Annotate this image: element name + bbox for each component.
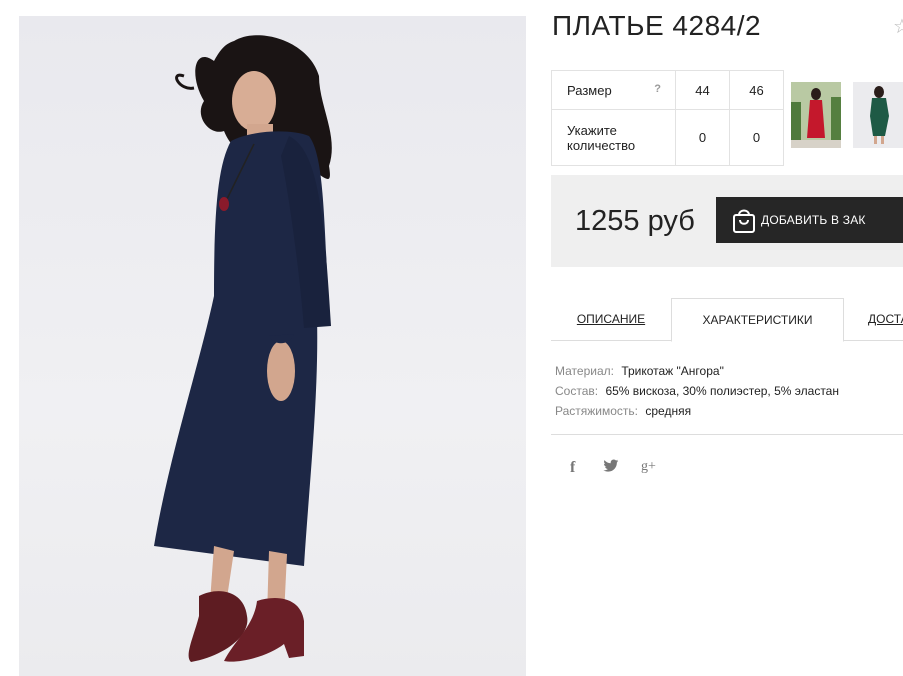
product-title: ПЛАТЬЕ 4284/2 <box>552 10 762 41</box>
spec-value: 65% вискоза, 30% полиэстер, 5% эластан <box>605 384 839 398</box>
googleplus-icon[interactable]: g+ <box>641 459 656 475</box>
spec-material: Материал: Трикотаж "Ангора" <box>555 361 839 381</box>
spec-composition: Состав: 65% вискоза, 30% полиэстер, 5% э… <box>555 381 839 401</box>
specs-divider <box>551 434 903 435</box>
buy-panel: 1255 руб ДОБАВИТЬ В ЗАК <box>551 175 903 267</box>
tab-description[interactable]: ОПИСАНИЕ <box>551 298 671 340</box>
size-quantity-table: Размер ? 44 46 Укажите количество 0 0 <box>551 70 784 166</box>
product-price: 1255 руб <box>575 205 695 237</box>
specs-list: Материал: Трикотаж "Ангора" Состав: 65% … <box>555 361 839 421</box>
tab-characteristics[interactable]: ХАРАКТЕРИСТИКИ <box>671 298 844 342</box>
spec-value: средняя <box>645 404 692 418</box>
size-option-44[interactable]: 44 <box>675 70 730 110</box>
thumbnail-green-dress[interactable] <box>853 82 903 148</box>
size-label: Размер <box>567 82 612 98</box>
spec-key: Материал: <box>555 364 614 378</box>
facebook-icon[interactable]: f <box>570 459 575 477</box>
spec-stretch: Растяжимость: средняя <box>555 401 839 421</box>
quantity-input-44[interactable]: 0 <box>675 109 730 166</box>
help-icon[interactable]: ? <box>654 83 661 95</box>
favorite-star-icon[interactable]: ☆ <box>893 14 903 39</box>
spec-value: Трикотаж "Ангора" <box>621 364 724 378</box>
shopping-bag-icon <box>730 206 758 237</box>
add-to-cart-label: ДОБАВИТЬ В ЗАК <box>761 213 866 227</box>
spec-key: Состав: <box>555 384 599 398</box>
quantity-input-46[interactable]: 0 <box>729 109 784 166</box>
thumbnail-red-dress[interactable] <box>791 82 841 148</box>
size-label-cell: Размер ? <box>551 70 676 110</box>
size-row: Размер ? 44 46 <box>551 70 784 110</box>
twitter-icon[interactable] <box>603 459 619 476</box>
add-to-cart-button[interactable]: ДОБАВИТЬ В ЗАК <box>716 197 903 243</box>
quantity-row: Укажите количество 0 0 <box>551 109 784 166</box>
quantity-label-cell: Укажите количество <box>551 109 676 166</box>
quantity-label-line2: количество <box>567 137 636 153</box>
tab-delivery[interactable]: ДОСТА <box>844 298 903 340</box>
size-option-46[interactable]: 46 <box>729 70 784 110</box>
product-main-image[interactable] <box>19 16 526 676</box>
spec-key: Растяжимость: <box>555 404 639 418</box>
quantity-label-line1: Укажите <box>567 122 617 138</box>
